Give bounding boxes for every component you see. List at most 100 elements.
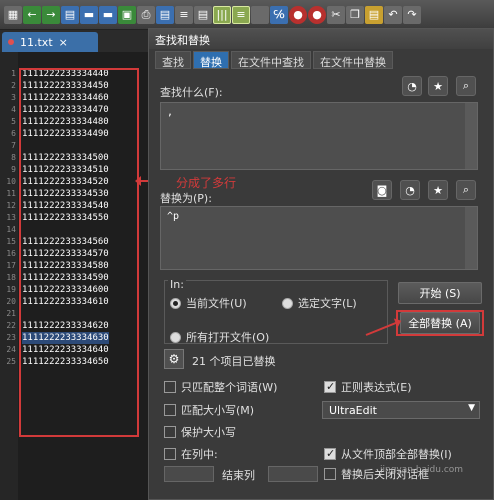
scope-selection-label: 选定文字(L): [298, 297, 357, 310]
close-icon[interactable]: ×: [59, 36, 68, 49]
scope-current-file[interactable]: 当前文件(U): [170, 295, 247, 311]
toolbar: ▦ ← → ▤ ▬ ▬ ▣ ⎙ ▤ ≡ ▤ ||| ≡ ℅ ● ● ✂ ❐ ▤ …: [0, 0, 494, 30]
tab-replace-in-files[interactable]: 在文件中替换: [313, 51, 393, 69]
replace-star-icon[interactable]: ★: [428, 180, 448, 200]
document-icon[interactable]: ▤: [194, 5, 212, 24]
find-value: ,: [167, 107, 174, 118]
list-icon[interactable]: ≡: [175, 5, 193, 24]
find-label: 查找什么(F):: [160, 86, 223, 99]
record-icon[interactable]: ●: [289, 5, 307, 24]
option-from-top[interactable]: 从文件顶部全部替换(I): [324, 446, 452, 462]
find-scrollbar[interactable]: [465, 103, 477, 169]
checkbox-icon: [164, 426, 176, 438]
line-number: 18: [6, 273, 16, 282]
replace-all-button[interactable]: 全部替换 (A): [400, 312, 480, 334]
line-number: 10: [6, 177, 16, 186]
tab-replace[interactable]: 替换: [193, 51, 229, 69]
print-preview-icon[interactable]: ▤: [156, 5, 174, 24]
line-number: 21: [6, 309, 16, 318]
annotation-text: 分成了多行: [176, 176, 237, 190]
paste-icon[interactable]: ▤: [365, 5, 383, 24]
line-number: 7: [11, 141, 16, 150]
whole-word-label: 只匹配整个词语(W): [181, 381, 278, 394]
line-number: 4: [11, 105, 16, 114]
find-input[interactable]: ,: [160, 102, 478, 170]
line-number: 22: [6, 321, 16, 330]
scope-current-label: 当前文件(U): [186, 297, 247, 310]
new-file-icon[interactable]: ▤: [61, 5, 79, 24]
stop-icon[interactable]: ●: [308, 5, 326, 24]
line-number: 9: [11, 165, 16, 174]
line-number: 6: [11, 129, 16, 138]
replace-history-icon[interactable]: ◔: [400, 180, 420, 200]
spacer-icon: [251, 5, 269, 24]
line-number: 23: [6, 333, 16, 342]
annotation-highlight-box: [19, 68, 139, 437]
radio-icon: [282, 297, 293, 309]
print-icon[interactable]: ⎙: [137, 5, 155, 24]
from-top-label: 从文件顶部全部替换(I): [341, 448, 452, 461]
word-wrap-icon[interactable]: ≡: [232, 5, 250, 24]
undo-icon[interactable]: ↶: [384, 5, 402, 24]
file-tab[interactable]: 11.txt ×: [2, 32, 98, 52]
search-icon[interactable]: ⌕: [456, 76, 476, 96]
option-preserve-case[interactable]: 保护大小写: [164, 424, 236, 440]
redo-icon[interactable]: ↷: [403, 5, 421, 24]
copy-icon[interactable]: ❐: [346, 5, 364, 24]
file-tab-bar: 11.txt ×: [0, 30, 150, 52]
line-number: 12: [6, 201, 16, 210]
replace-label: 替换为(P):: [160, 192, 212, 205]
hex-icon[interactable]: ℅: [270, 5, 288, 24]
checkbox-icon: [164, 404, 176, 416]
start-button[interactable]: 开始 (S): [398, 282, 482, 304]
match-case-label: 匹配大小写(M): [181, 404, 255, 417]
option-regex[interactable]: 正则表达式(E): [324, 379, 412, 395]
grid-icon[interactable]: ▦: [4, 5, 22, 24]
camera-icon[interactable]: ◙: [372, 180, 392, 200]
line-number: 3: [11, 93, 16, 102]
option-whole-word[interactable]: 只匹配整个词语(W): [164, 379, 277, 395]
radio-icon: [170, 331, 181, 343]
scope-label: In:: [168, 278, 186, 291]
scope-selection[interactable]: 选定文字(L): [282, 295, 357, 311]
start-column-field[interactable]: [164, 466, 214, 482]
dialog-title: 查找和替换: [149, 29, 493, 49]
column-mode-icon[interactable]: |||: [213, 5, 231, 24]
option-match-case[interactable]: 匹配大小写(M): [164, 402, 254, 418]
open-folder-icon[interactable]: ▬: [80, 5, 98, 24]
scope-all-open-files[interactable]: 所有打开文件(O): [170, 329, 269, 345]
replace-search-icon[interactable]: ⌕: [456, 180, 476, 200]
end-column-field[interactable]: [268, 466, 318, 482]
chevron-down-icon: ▼: [468, 403, 475, 413]
checkbox-icon: [324, 468, 336, 480]
scissors-icon[interactable]: ✂: [327, 5, 345, 24]
line-number: 15: [6, 237, 16, 246]
option-in-column[interactable]: 在列中:: [164, 446, 218, 462]
history-icon[interactable]: ◔: [402, 76, 422, 96]
forward-arrow-icon[interactable]: →: [42, 5, 60, 24]
line-number: 2: [11, 81, 16, 90]
end-column-label: 结束列: [222, 469, 255, 482]
regex-label: 正则表达式(E): [341, 381, 412, 394]
radio-icon: [170, 297, 181, 309]
replace-scrollbar[interactable]: [465, 207, 477, 269]
line-number: 16: [6, 249, 16, 258]
line-number: 1: [11, 69, 16, 78]
save-icon[interactable]: ▣: [118, 5, 136, 24]
gear-icon[interactable]: ⚙: [164, 349, 184, 369]
checkbox-icon: [164, 448, 176, 460]
tab-find-in-files[interactable]: 在文件中查找: [231, 51, 311, 69]
star-icon[interactable]: ★: [428, 76, 448, 96]
line-number: 13: [6, 213, 16, 222]
checkbox-icon: [164, 381, 176, 393]
folder-icon[interactable]: ▬: [99, 5, 117, 24]
watermark: jingyan.baidu.com: [380, 465, 464, 475]
replace-input[interactable]: ^p: [160, 206, 478, 270]
status-text: 21 个项目已替换: [192, 355, 276, 368]
tab-find[interactable]: 查找: [155, 51, 191, 69]
regex-engine-select[interactable]: UltraEdit ▼: [322, 401, 480, 419]
line-number: 20: [6, 297, 16, 306]
line-number: 11: [6, 189, 16, 198]
regex-engine-value: UltraEdit: [329, 404, 377, 417]
back-arrow-icon[interactable]: ←: [23, 5, 41, 24]
